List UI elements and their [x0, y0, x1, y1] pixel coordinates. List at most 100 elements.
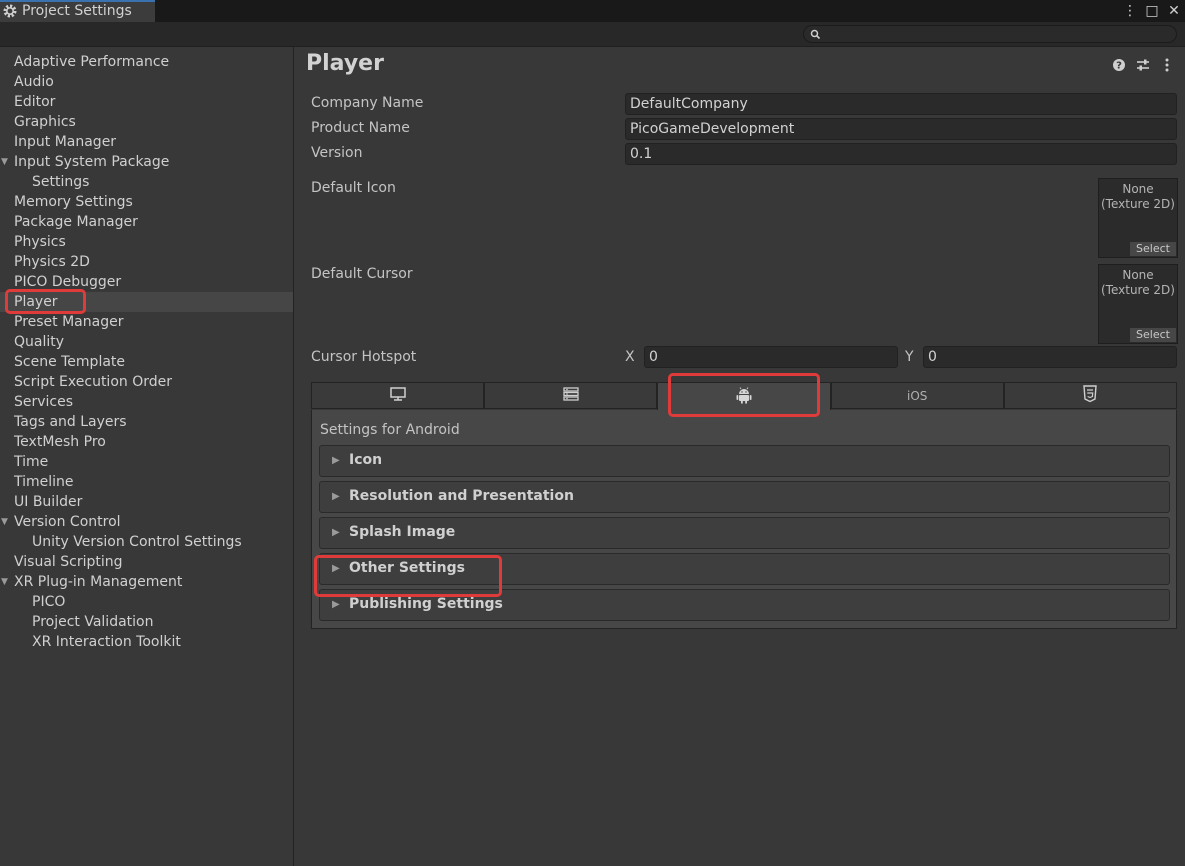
sidebar-item-unity-version-control-settings[interactable]: Unity Version Control Settings: [0, 532, 293, 552]
sidebar-item-project-validation[interactable]: Project Validation: [0, 612, 293, 632]
html5-icon: [1082, 384, 1098, 407]
sidebar-item-textmesh-pro[interactable]: TextMesh Pro: [0, 432, 293, 452]
highlight-android-tab-box: [668, 373, 820, 417]
company-name-field[interactable]: DefaultCompany: [625, 93, 1177, 115]
sidebar-item-adaptive-performance[interactable]: Adaptive Performance: [0, 52, 293, 72]
close-icon[interactable]: ✕: [1163, 3, 1185, 19]
sidebar-item-physics-2d[interactable]: Physics 2D: [0, 252, 293, 272]
window-controls: ⋮ □ ✕: [1119, 0, 1185, 22]
sidebar-item-graphics[interactable]: Graphics: [0, 112, 293, 132]
sidebar-item-label: Script Execution Order: [14, 374, 172, 390]
default-cursor-label: Default Cursor: [311, 266, 413, 282]
sidebar-item-xr-interaction-toolkit[interactable]: XR Interaction Toolkit: [0, 632, 293, 652]
sidebar-item-label: Package Manager: [14, 214, 138, 230]
help-icon[interactable]: ?: [1111, 57, 1127, 73]
sidebar-item-label: UI Builder: [14, 494, 83, 510]
hotspot-y-label: Y: [905, 349, 914, 365]
sidebar-item-quality[interactable]: Quality: [0, 332, 293, 352]
sidebar-item-tags-and-layers[interactable]: Tags and Layers: [0, 412, 293, 432]
sidebar-item-label: Preset Manager: [14, 314, 124, 330]
foldout-arrow-icon[interactable]: ▼: [1, 152, 8, 172]
company-name-label: Company Name: [311, 95, 424, 111]
sidebar-item-timeline[interactable]: Timeline: [0, 472, 293, 492]
tab-accent: [0, 0, 155, 2]
sidebar-item-label: Visual Scripting: [14, 554, 123, 570]
sidebar-item-visual-scripting[interactable]: Visual Scripting: [0, 552, 293, 572]
section-icon[interactable]: ▶ Icon: [319, 445, 1170, 477]
sidebar-item-label: Services: [14, 394, 74, 410]
sidebar-item-label: Time: [14, 454, 49, 470]
sidebar-item-label: Input Manager: [14, 134, 117, 150]
search-input[interactable]: [803, 25, 1177, 43]
sidebar-item-label: Physics: [14, 234, 66, 250]
server-icon: [562, 386, 580, 406]
foldout-arrow-icon[interactable]: ▼: [1, 512, 8, 532]
default-icon-none-text: None (Texture 2D): [1101, 182, 1175, 211]
sidebar-item-package-manager[interactable]: Package Manager: [0, 212, 293, 232]
sidebar-item-label: Tags and Layers: [14, 414, 127, 430]
section-label: Icon: [349, 452, 383, 468]
sidebar-item-pico[interactable]: PICO: [0, 592, 293, 612]
sidebar-item-label: Scene Template: [14, 354, 126, 370]
version-field[interactable]: 0.1: [625, 143, 1177, 165]
gear-icon: [2, 3, 18, 19]
default-cursor-none-text: None (Texture 2D): [1101, 268, 1175, 297]
default-icon-field[interactable]: None (Texture 2D) Select: [1098, 178, 1178, 258]
preset-icon[interactable]: [1135, 57, 1151, 73]
sidebar-item-label: Graphics: [14, 114, 76, 130]
default-cursor-select-button[interactable]: Select: [1130, 328, 1176, 342]
kebab-menu-icon[interactable]: ⋮: [1119, 3, 1141, 19]
default-cursor-field[interactable]: None (Texture 2D) Select: [1098, 264, 1178, 344]
sidebar-item-label: Physics 2D: [14, 254, 90, 270]
tab-dedicated-server[interactable]: [484, 382, 658, 409]
default-icon-select-button[interactable]: Select: [1130, 242, 1176, 256]
sidebar-item-input-system-settings[interactable]: Settings: [0, 172, 293, 192]
sidebar-item-label: Unity Version Control Settings: [32, 534, 242, 550]
tab-ios[interactable]: iOS: [830, 382, 1004, 409]
sidebar-item-label: XR Plug-in Management: [14, 574, 183, 590]
sidebar-item-services[interactable]: Services: [0, 392, 293, 412]
section-label: Publishing Settings: [349, 596, 503, 612]
sidebar-item-memory-settings[interactable]: Memory Settings: [0, 192, 293, 212]
tab-webgl[interactable]: [1003, 382, 1178, 409]
sidebar-item-label: Settings: [32, 174, 90, 190]
section-resolution-and-presentation[interactable]: ▶ Resolution and Presentation: [319, 481, 1170, 513]
page-title: Player: [306, 51, 384, 76]
sidebar-item-input-system-package[interactable]: ▼ Input System Package: [0, 152, 293, 172]
sidebar-item-editor[interactable]: Editor: [0, 92, 293, 112]
sidebar-item-preset-manager[interactable]: Preset Manager: [0, 312, 293, 332]
foldout-arrow-icon[interactable]: ▼: [1, 572, 8, 592]
sidebar-item-label: Timeline: [14, 474, 74, 490]
sidebar-item-label: PICO: [32, 594, 66, 610]
kebab-menu-icon[interactable]: [1159, 57, 1175, 73]
sidebar-item-label: Version Control: [14, 514, 121, 530]
tab-standalone[interactable]: [311, 382, 485, 409]
highlight-player-box: [5, 289, 86, 314]
project-settings-tab[interactable]: Project Settings: [0, 0, 155, 22]
sidebar-item-label: Memory Settings: [14, 194, 133, 210]
sidebar-item-script-execution-order[interactable]: Script Execution Order: [0, 372, 293, 392]
sidebar-item-version-control[interactable]: ▼ Version Control: [0, 512, 293, 532]
sidebar-item-scene-template[interactable]: Scene Template: [0, 352, 293, 372]
foldout-arrow-icon: ▶: [332, 599, 340, 610]
product-name-field[interactable]: PicoGameDevelopment: [625, 118, 1177, 140]
product-name-label: Product Name: [311, 120, 410, 136]
header-icons: ?: [1111, 57, 1175, 73]
monitor-icon: [389, 386, 407, 406]
hotspot-y-field[interactable]: 0: [923, 346, 1177, 368]
foldout-arrow-icon: ▶: [332, 527, 340, 538]
sidebar-item-physics[interactable]: Physics: [0, 232, 293, 252]
sidebar-item-label: Adaptive Performance: [14, 54, 170, 70]
default-icon-label: Default Icon: [311, 180, 396, 196]
sidebar-item-xr-plugin-management[interactable]: ▼ XR Plug-in Management: [0, 572, 293, 592]
sidebar-item-time[interactable]: Time: [0, 452, 293, 472]
window-title: Project Settings: [22, 3, 132, 19]
sidebar-item-input-manager[interactable]: Input Manager: [0, 132, 293, 152]
maximize-icon[interactable]: □: [1141, 3, 1163, 19]
toolbar: [0, 22, 1185, 47]
hotspot-x-label: X: [625, 349, 635, 365]
sidebar-item-ui-builder[interactable]: UI Builder: [0, 492, 293, 512]
sidebar-item-audio[interactable]: Audio: [0, 72, 293, 92]
section-splash-image[interactable]: ▶ Splash Image: [319, 517, 1170, 549]
hotspot-x-field[interactable]: 0: [644, 346, 898, 368]
